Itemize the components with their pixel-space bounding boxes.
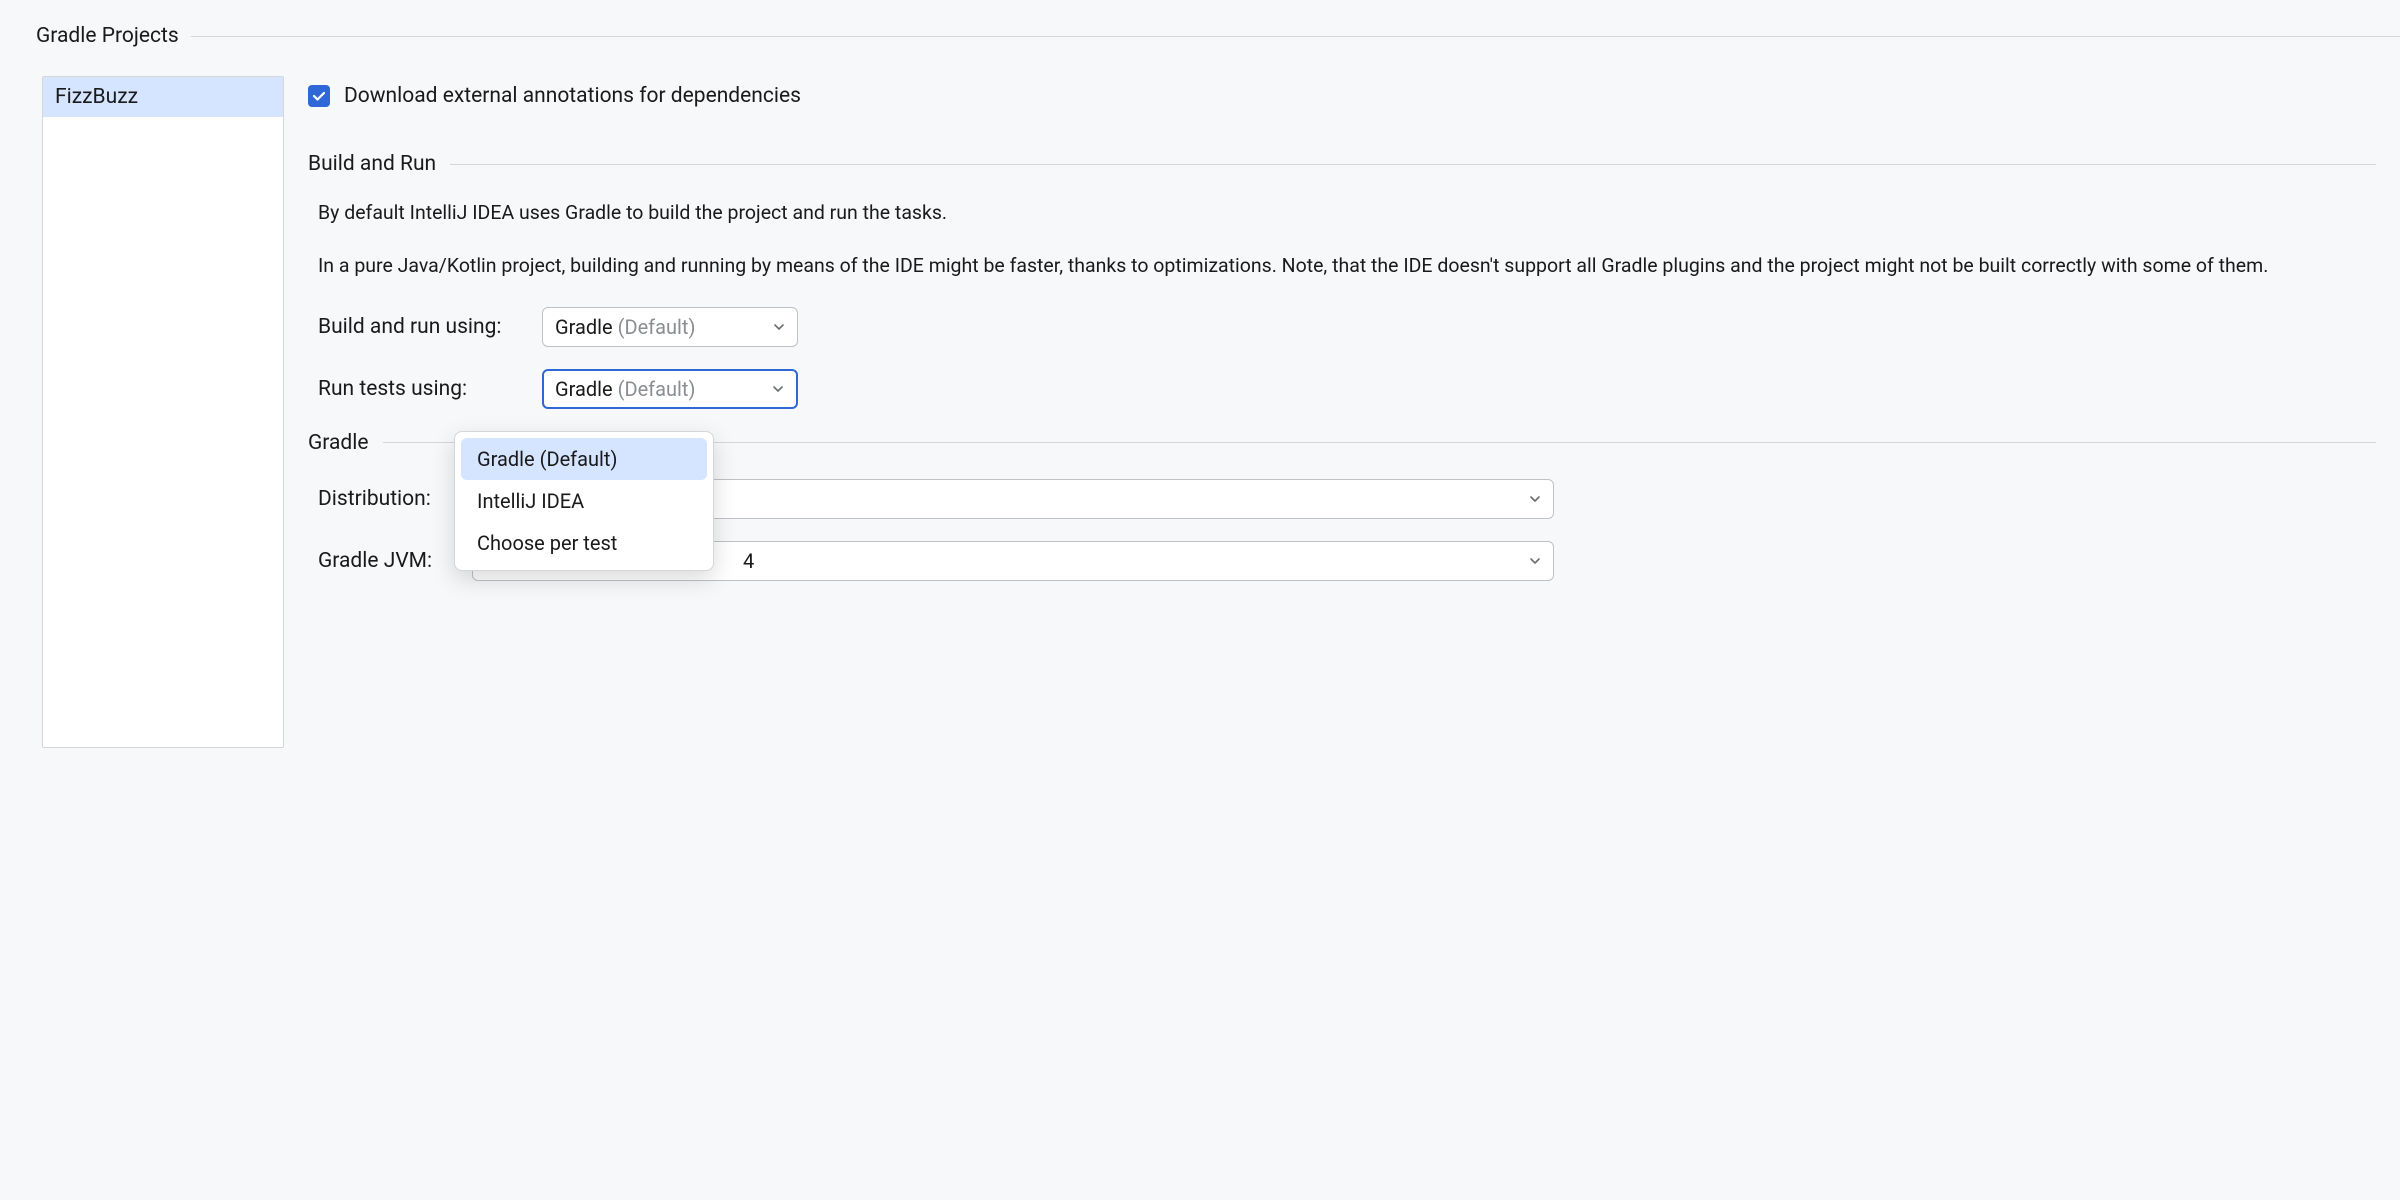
gradle-title: Gradle [308,431,383,455]
build-run-description-1: By default IntelliJ IDEA uses Gradle to … [308,200,2376,225]
gradle-projects-panel: Gradle Projects FizzBuzz Download extern… [0,0,2400,748]
build-using-combo[interactable]: Gradle (Default) [542,307,798,347]
sidebar-item-label: FizzBuzz [55,85,138,109]
chevron-down-icon [770,381,786,397]
download-annotations-label: Download external annotations for depend… [344,84,801,108]
combo-partial-value: 4 [743,549,754,573]
panel-header: Gradle Projects [0,24,2400,48]
tests-using-row: Run tests using: Gradle (Default) [308,369,2376,409]
dropdown-option-choose-per-test[interactable]: Choose per test [461,522,707,564]
build-using-label: Build and run using: [318,315,542,339]
download-annotations-checkbox[interactable] [308,85,330,107]
tests-using-label: Run tests using: [318,377,542,401]
combo-value: Gradle (Default) [555,377,695,401]
settings-content: Download external annotations for depend… [284,76,2400,748]
build-run-header: Build and Run [308,152,2376,176]
dropdown-option-intellij[interactable]: IntelliJ IDEA [461,480,707,522]
build-using-row: Build and run using: Gradle (Default) [308,307,2376,347]
projects-sidebar: FizzBuzz [42,76,284,748]
sidebar-item-fizzbuzz[interactable]: FizzBuzz [43,77,283,117]
tests-using-combo[interactable]: Gradle (Default) [542,369,798,409]
tests-using-dropdown: Gradle (Default) IntelliJ IDEA Choose pe… [454,431,714,571]
panel-body: FizzBuzz Download external annotations f… [0,76,2400,748]
build-run-title: Build and Run [308,152,450,176]
divider [450,164,2376,165]
divider [191,36,2400,37]
combo-value: Gradle (Default) [555,315,695,339]
check-icon [311,88,327,104]
distribution-label: Distribution: [318,487,472,511]
dropdown-option-gradle[interactable]: Gradle (Default) [461,438,707,480]
chevron-down-icon [1527,553,1543,569]
build-run-description-2: In a pure Java/Kotlin project, building … [308,253,2376,278]
panel-title: Gradle Projects [36,24,191,48]
chevron-down-icon [771,319,787,335]
chevron-down-icon [1527,491,1543,507]
download-annotations-row: Download external annotations for depend… [308,84,2376,108]
gradle-jvm-label: Gradle JVM: [318,549,472,573]
